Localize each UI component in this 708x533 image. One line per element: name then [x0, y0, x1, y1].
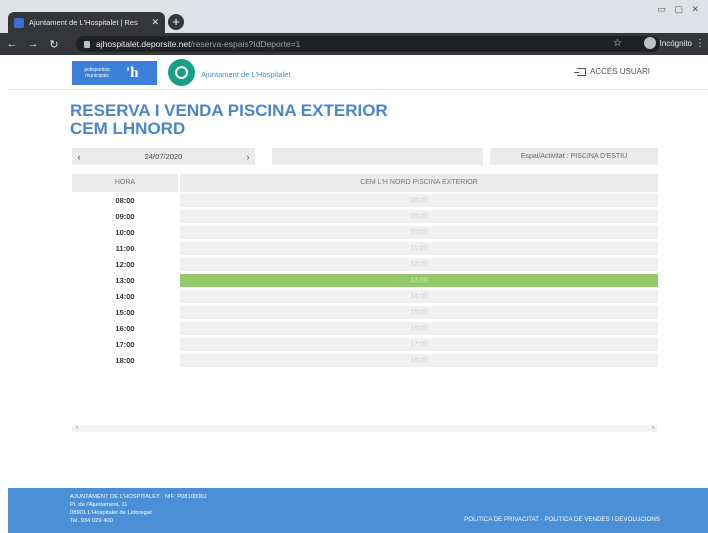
horizontal-scrollbar[interactable]: ◂ ▸ — [72, 425, 658, 432]
hour-cell: 16:00 — [115, 323, 135, 333]
site-header: polisportius municipals 'h Ajuntament de… — [8, 55, 708, 90]
slot-cell[interactable]: 12:00 — [180, 257, 658, 271]
hour-column-header: HORA — [72, 174, 178, 192]
incognito-label: Incógnito — [659, 38, 692, 48]
login-link[interactable]: ACCÉS USUARI — [573, 67, 650, 76]
back-icon[interactable]: ← — [3, 38, 21, 50]
slot-cell[interactable]: 18:00 — [180, 353, 658, 367]
slot-cell[interactable]: 11:00 — [180, 241, 658, 255]
hour-cell: 11:00 — [115, 243, 135, 253]
slot-cell[interactable]: 14:00 — [180, 289, 658, 303]
org-name[interactable]: Ajuntament de L'Hospitalet — [201, 70, 290, 79]
footer-links[interactable]: POLITICA DE PRIVACITAT · POLITICA DE VEN… — [464, 516, 660, 523]
hour-cell: 12:00 — [115, 259, 135, 269]
login-label: ACCÉS USUARI — [589, 67, 650, 76]
table-row: 16:00 16:00 — [72, 320, 658, 336]
espai-activitat[interactable]: Espai/Activitat : PISCINA D'ESTIU — [490, 148, 658, 165]
close-tab-icon[interactable]: ✕ — [151, 17, 159, 28]
table-row: 15:00 15:00 — [72, 304, 658, 320]
browser-tabbar: Ajuntament de L'Hospitalet | Res ✕ + ▭ ▢… — [0, 0, 708, 33]
scroll-right-icon[interactable]: ▸ — [652, 425, 655, 432]
footer-line2: Pl. de l'Ajuntament, 11 — [70, 502, 128, 508]
browser-tab[interactable]: Ajuntament de L'Hospitalet | Res ✕ — [8, 12, 165, 33]
page-title: RESERVA I VENDA PISCINA EXTERIOR CEM LHN… — [70, 102, 470, 138]
hour-cell: 13:00 — [115, 275, 135, 285]
new-tab-button[interactable]: + — [168, 14, 184, 30]
favicon-icon — [14, 17, 24, 28]
hour-cell: 08:00 — [115, 195, 135, 205]
url-host: ajhospitalet.deporsite.net — [96, 39, 191, 49]
site-footer: AJUNTAMENT DE L'HOSPITALET · NIF: P08100… — [8, 488, 708, 533]
hour-cell: 18:00 — [115, 355, 135, 365]
tab-title: Ajuntament de L'Hospitalet | Res — [29, 18, 138, 27]
logo-mark-icon: 'h — [126, 64, 139, 81]
lock-icon — [84, 40, 90, 48]
page-viewport: polisportius municipals 'h Ajuntament de… — [8, 55, 708, 533]
scroll-left-icon[interactable]: ◂ — [75, 425, 78, 432]
table-row: 09:00 09:00 — [72, 208, 658, 224]
incognito-icon — [643, 37, 656, 49]
bookmark-star-icon[interactable]: ☆ — [613, 38, 622, 49]
window-controls[interactable]: ▭ ▢ ✕ — [657, 4, 702, 15]
hour-cell: 17:00 — [115, 339, 135, 349]
slot-cell[interactable]: 08:00 — [180, 193, 658, 207]
table-row: 10:00 10:00 — [72, 224, 658, 240]
table-row: 18:00 18:00 — [72, 352, 658, 368]
login-icon — [573, 67, 586, 76]
table-row: 13:00 13:00 — [72, 272, 658, 288]
grid-header: HORA CEM L'H NORD PISCINA EXTERIOR — [72, 174, 658, 192]
next-day-icon[interactable]: › — [241, 152, 255, 162]
page-title-line1: RESERVA I VENDA PISCINA EXTERIOR — [70, 101, 388, 120]
date-value[interactable]: 24/07/2020 — [86, 152, 241, 161]
table-row: 08:00 08:00 — [72, 192, 658, 208]
forward-icon[interactable]: → — [24, 38, 42, 50]
slot-cell[interactable]: 15:00 — [180, 305, 658, 319]
city-seal-icon — [168, 59, 195, 86]
filter-bar — [272, 148, 483, 165]
slot-cell[interactable]: 09:00 — [180, 209, 658, 223]
logo-text: polisportius municipals — [84, 67, 110, 79]
hour-cell: 15:00 — [115, 307, 135, 317]
slot-cell-selected[interactable]: 13:00 — [180, 273, 658, 287]
slot-cell[interactable]: 10:00 — [180, 225, 658, 239]
hour-cell: 09:00 — [115, 211, 135, 221]
prev-day-icon[interactable]: ‹ — [72, 152, 86, 162]
date-selector: ‹ 24/07/2020 › — [72, 148, 255, 165]
footer-line1: AJUNTAMENT DE L'HOSPITALET · NIF: P08100… — [70, 494, 207, 500]
slot-cell[interactable]: 17:00 — [180, 337, 658, 351]
hour-cell: 10:00 — [115, 227, 135, 237]
booking-grid: HORA CEM L'H NORD PISCINA EXTERIOR 08:00… — [72, 174, 658, 368]
hour-cell: 14:00 — [115, 291, 135, 301]
reload-icon[interactable]: ↻ — [45, 38, 63, 51]
browser-menu-icon[interactable]: ⋮ — [695, 38, 705, 49]
url-path: /reserva-espais?IdDeporte=1 — [190, 39, 301, 49]
space-column-header: CEM L'H NORD PISCINA EXTERIOR — [180, 174, 658, 192]
slot-cell[interactable]: 16:00 — [180, 321, 658, 335]
table-row: 14:00 14:00 — [72, 288, 658, 304]
polisportius-logo[interactable]: polisportius municipals 'h — [72, 61, 157, 85]
footer-address: AJUNTAMENT DE L'HOSPITALET · NIF: P08100… — [70, 493, 207, 525]
table-row: 17:00 17:00 — [72, 336, 658, 352]
footer-line3: 08901 L'Hospitalet de Llobregat — [70, 510, 152, 516]
incognito-indicator[interactable]: Incógnito — [643, 37, 692, 49]
footer-line4: Tel. 934 029 400 — [70, 518, 113, 524]
address-bar[interactable]: ajhospitalet.deporsite.net /reserva-espa… — [76, 36, 660, 52]
table-row: 12:00 12:00 — [72, 256, 658, 272]
table-row: 11:00 11:00 — [72, 240, 658, 256]
page-title-line2: CEM LHNORD — [70, 119, 186, 138]
